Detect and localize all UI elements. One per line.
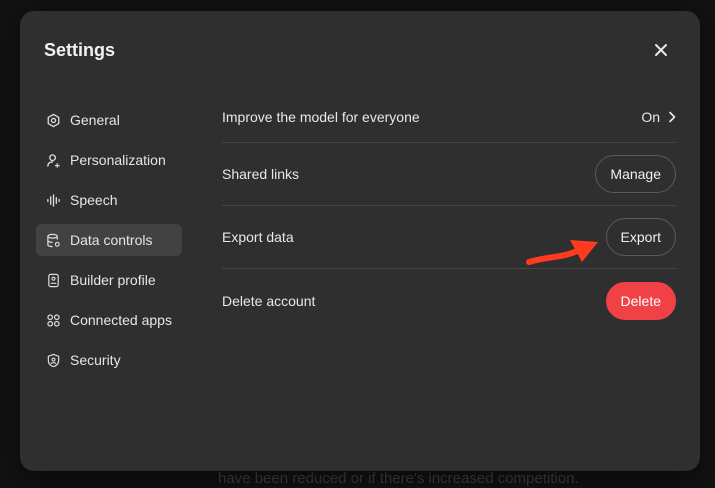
sidebar-item-security[interactable]: Security (36, 344, 182, 376)
id-card-icon (45, 272, 61, 288)
sidebar-item-speech[interactable]: Speech (36, 184, 182, 216)
sidebar-item-label: Speech (70, 192, 118, 208)
close-icon (655, 44, 667, 56)
apps-grid-icon (45, 312, 61, 328)
sidebar-item-label: Data controls (70, 232, 153, 248)
sidebar-item-label: Builder profile (70, 272, 156, 288)
improve-model-row: Improve the model for everyone On (222, 91, 676, 143)
export-button[interactable]: Export (605, 218, 676, 256)
export-data-row: Export data Export (222, 206, 676, 269)
chevron-right-icon (669, 111, 676, 122)
data-controls-panel: Improve the model for everyone On Shared… (222, 91, 676, 332)
sidebar-item-data-controls[interactable]: Data controls (36, 224, 182, 256)
improve-model-toggle[interactable]: On (641, 109, 676, 125)
waveform-icon (45, 192, 61, 208)
row-label: Export data (222, 229, 294, 245)
sidebar-item-connected-apps[interactable]: Connected apps (36, 304, 182, 336)
delete-button[interactable]: Delete (605, 281, 676, 320)
modal-title: Settings (44, 40, 116, 60)
sidebar-item-label: Connected apps (70, 312, 172, 328)
sidebar-item-builder-profile[interactable]: Builder profile (36, 264, 182, 296)
delete-account-row: Delete account Delete (222, 269, 676, 332)
database-icon (45, 232, 61, 248)
sidebar-item-personalization[interactable]: Personalization (36, 144, 182, 176)
close-button[interactable] (650, 39, 672, 61)
sidebar-item-label: Security (70, 352, 121, 368)
sidebar-item-label: Personalization (70, 152, 166, 168)
row-label: Shared links (222, 166, 300, 182)
gear-icon (45, 112, 61, 128)
manage-button[interactable]: Manage (595, 155, 676, 193)
settings-sidebar: General Personalization Speech Data cont… (36, 104, 182, 384)
sidebar-item-label: General (70, 112, 120, 128)
shared-links-row: Shared links Manage (222, 143, 676, 206)
row-value: On (641, 108, 660, 125)
row-label: Improve the model for everyone (222, 108, 420, 125)
sidebar-item-general[interactable]: General (36, 104, 182, 136)
background-text: have been reduced or if there's increase… (218, 470, 579, 487)
shield-icon (45, 352, 61, 368)
person-icon (45, 152, 61, 168)
annotation-arrow-icon (526, 240, 598, 265)
row-label: Delete account (222, 292, 316, 309)
